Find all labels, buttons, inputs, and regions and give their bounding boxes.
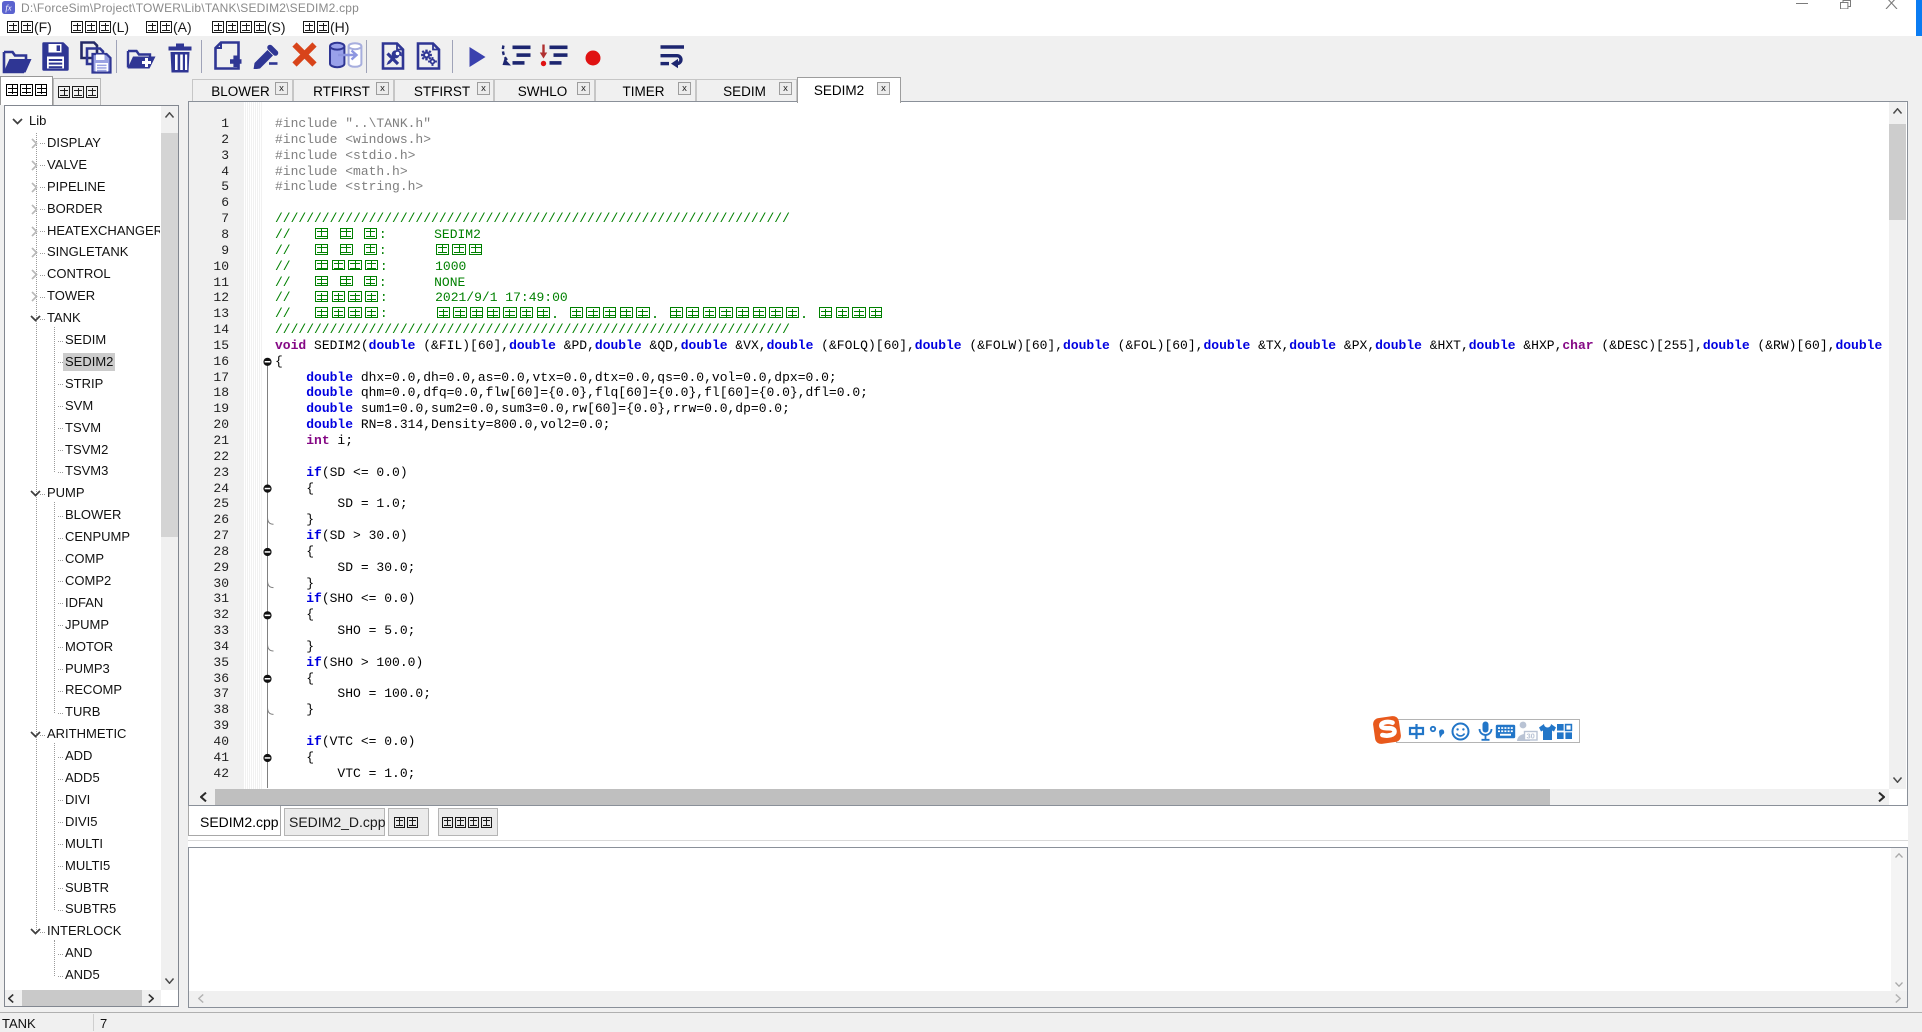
svg-text:30: 30 xyxy=(1527,732,1535,741)
